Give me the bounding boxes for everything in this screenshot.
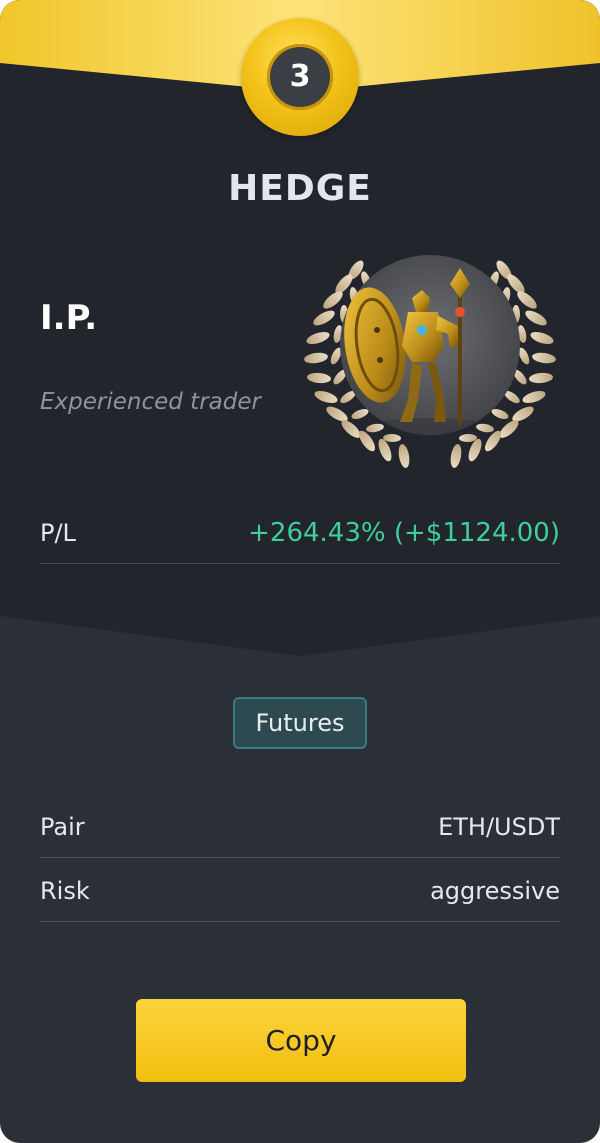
pair-value: ETH/USDT	[438, 813, 560, 841]
strategy-title: HEDGE	[228, 168, 372, 209]
strategy-card: 3 HEDGE I.P. Experienced trader P/L +264…	[0, 0, 600, 1143]
rank-badge: 3	[241, 18, 359, 136]
avatar	[300, 250, 560, 470]
detail-row-pair: Pair ETH/USDT	[40, 797, 560, 858]
pl-row: P/L +264.43% (+$1124.00)	[40, 503, 560, 564]
trader-description: Experienced trader	[40, 389, 261, 415]
copy-button[interactable]: Copy	[136, 999, 466, 1082]
risk-value: aggressive	[430, 877, 560, 905]
rank-number: 3	[267, 44, 333, 110]
detail-row-risk: Risk aggressive	[40, 861, 560, 922]
trader-name: I.P.	[40, 298, 98, 338]
pl-value: +264.43% (+$1124.00)	[248, 518, 560, 548]
laurel-wreath-icon	[304, 255, 556, 468]
market-type-badge: Futures	[233, 697, 367, 749]
risk-label: Risk	[40, 877, 90, 905]
pair-label: Pair	[40, 813, 85, 841]
pl-label: P/L	[40, 519, 76, 547]
